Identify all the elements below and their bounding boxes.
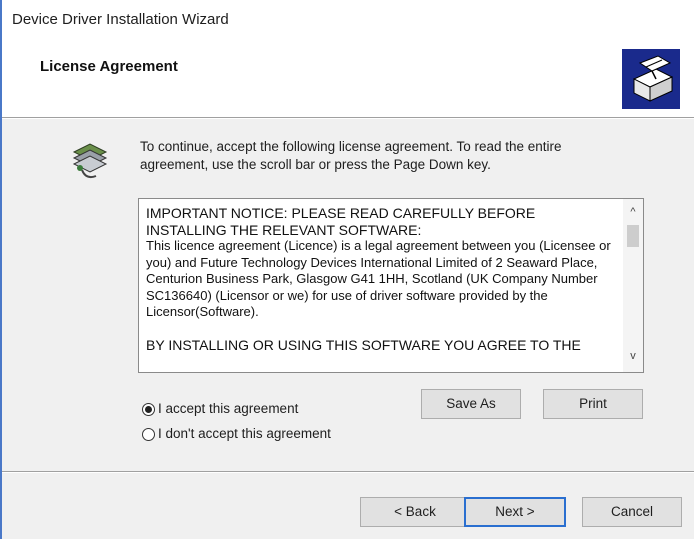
next-button[interactable]: Next >	[464, 497, 566, 527]
setup-box-icon	[622, 49, 680, 109]
cancel-button[interactable]: Cancel	[582, 497, 682, 527]
instruction-text: To continue, accept the following licens…	[140, 139, 562, 172]
scroll-thumb[interactable]	[627, 225, 639, 247]
wizard-header: License Agreement	[2, 40, 694, 117]
accept-radio[interactable]	[142, 402, 155, 416]
license-tail: BY INSTALLING OR USING THIS SOFTWARE YOU…	[146, 336, 581, 353]
footer-divider-highlight	[2, 472, 694, 473]
scroll-up-arrow-icon[interactable]: ^	[626, 205, 640, 219]
header-divider-highlight	[2, 118, 694, 119]
decline-label: I don't accept this agreement	[158, 426, 331, 441]
decline-radio[interactable]	[142, 427, 155, 441]
scroll-down-arrow-icon[interactable]: v	[626, 349, 640, 363]
print-button[interactable]: Print	[543, 389, 643, 419]
back-button[interactable]: < Back	[360, 497, 470, 527]
installer-icon	[68, 138, 112, 182]
page-title: License Agreement	[40, 58, 178, 75]
save-as-button[interactable]: Save As	[421, 389, 521, 419]
license-content: IMPORTANT NOTICE: PLEASE READ CAREFULLY …	[146, 205, 614, 353]
license-textbox[interactable]: IMPORTANT NOTICE: PLEASE READ CAREFULLY …	[138, 198, 644, 373]
window-title: Device Driver Installation Wizard	[12, 11, 229, 28]
title-bar[interactable]: Device Driver Installation Wizard	[2, 0, 694, 40]
wizard-window: Device Driver Installation Wizard Licens…	[0, 0, 694, 539]
license-scrollbar[interactable]: ^ v	[623, 199, 643, 372]
decline-option[interactable]: I don't accept this agreement	[142, 425, 331, 443]
accept-option[interactable]: I accept this agreement	[142, 400, 298, 418]
license-heading: IMPORTANT NOTICE: PLEASE READ CAREFULLY …	[146, 205, 536, 238]
license-body: This licence agreement (Licence) is a le…	[146, 238, 611, 319]
accept-label: I accept this agreement	[158, 401, 299, 416]
